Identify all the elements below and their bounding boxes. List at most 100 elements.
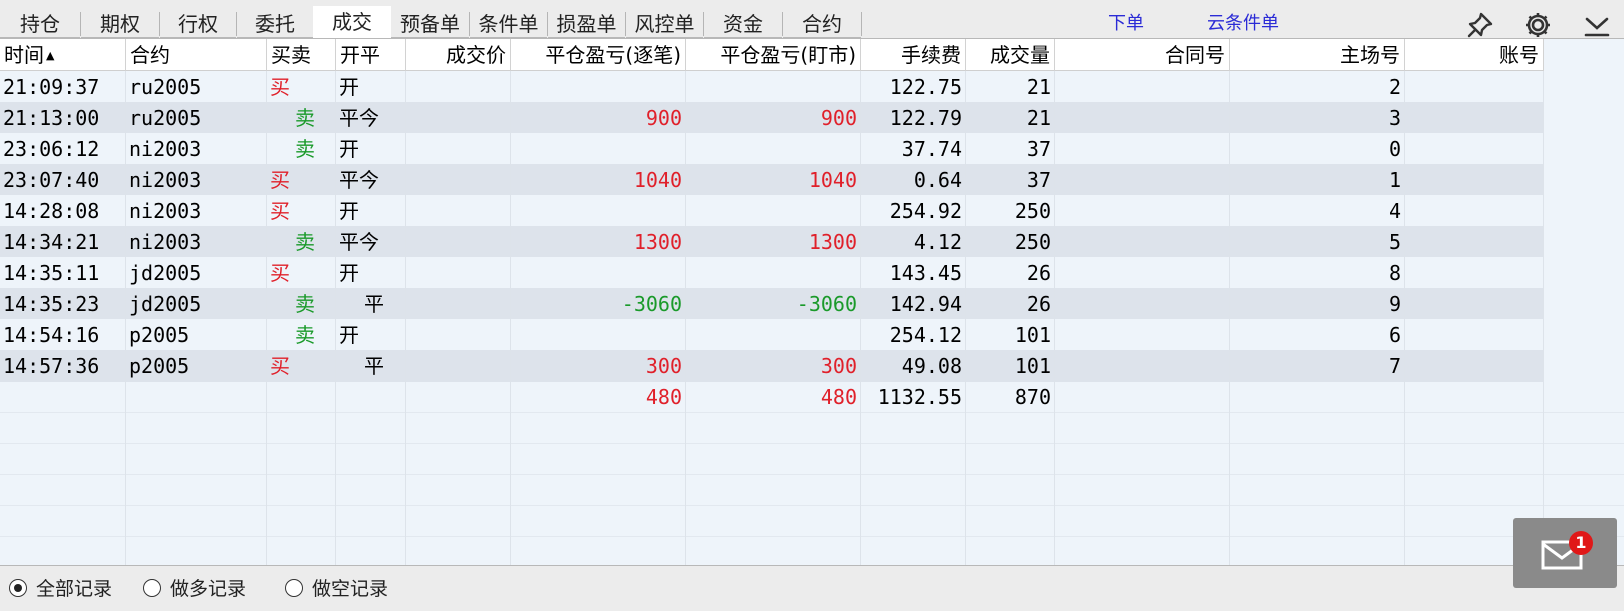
table-row[interactable]: 14:35:23 jd2005 卖 平 -3060 -3060 142.94 26 9 xyxy=(0,288,1624,320)
cell-order-no xyxy=(1055,164,1229,196)
column-header-fee[interactable]: 手续费 xyxy=(861,39,965,71)
cell-pnl-mark xyxy=(686,257,860,289)
table-row[interactable]: 23:06:12 ni2003 卖开 37.74 37 0 xyxy=(0,133,1624,165)
column-line xyxy=(125,71,126,565)
cloud-conditional-link[interactable]: 云条件单 xyxy=(1207,9,1279,35)
cell-side: 卖 xyxy=(295,106,315,130)
tab-orders[interactable]: 委托 xyxy=(237,8,313,38)
cell-order-no xyxy=(1055,350,1229,382)
gear-icon[interactable] xyxy=(1524,11,1552,39)
cell-order-no xyxy=(1055,71,1229,103)
column-header-price[interactable]: 成交价 xyxy=(406,39,510,71)
table-row[interactable]: 23:07:40 ni2003 买 平今 1040 1040 0.64 37 1 xyxy=(0,164,1624,196)
cell-contract: jd2005 xyxy=(129,292,202,316)
cell-pnl-trade: 300 xyxy=(645,354,682,378)
cell-openclose: 开 xyxy=(339,323,359,347)
table-row[interactable]: 14:35:11 jd2005 买 开 143.45 26 8 xyxy=(0,257,1624,289)
column-header-pnl-trade[interactable]: 平仓盈亏(逐笔) xyxy=(511,39,685,71)
cell-order-no xyxy=(1055,133,1229,165)
column-header-account[interactable]: 账号 xyxy=(1405,39,1543,71)
header-separator xyxy=(1543,39,1544,71)
cell-fee: 254.92 xyxy=(889,199,962,223)
cell-account xyxy=(1405,195,1543,227)
cell-openclose: 平 xyxy=(364,354,384,378)
mail-button[interactable] xyxy=(1513,518,1617,588)
radio-unchecked-icon xyxy=(285,579,303,597)
table-row[interactable]: 14:57:36 p2005 买 平 300 300 49.08 101 7 xyxy=(0,350,1624,382)
table-row[interactable]: 14:54:16 p2005 卖开 254.12 101 6 xyxy=(0,319,1624,351)
filter-all-label: 全部记录 xyxy=(36,578,113,600)
tab-exercise[interactable]: 行权 xyxy=(160,8,236,38)
cell-seq: 6 xyxy=(1388,323,1401,347)
cell-openclose: 平今 xyxy=(339,168,379,192)
filter-short-radio[interactable]: 做空记录 xyxy=(285,577,395,601)
cell-contract: p2005 xyxy=(129,323,190,347)
column-line xyxy=(685,71,686,565)
cell-seq: 1 xyxy=(1388,168,1401,192)
cell-seq: 3 xyxy=(1388,106,1401,130)
cell-qty: 26 xyxy=(1026,261,1051,285)
sort-ascending-icon: ▲ xyxy=(46,49,55,62)
cell-pnl-mark: 300 xyxy=(820,354,857,378)
column-header-qty[interactable]: 成交量 xyxy=(966,39,1054,71)
cell-price xyxy=(406,195,510,227)
cell-side: 买 xyxy=(270,168,290,192)
cell-account xyxy=(1405,226,1543,258)
cell-contract: ni2003 xyxy=(129,168,202,192)
cell-side: 卖 xyxy=(295,323,315,347)
cell-side: 买 xyxy=(270,199,290,223)
place-order-link[interactable]: 下单 xyxy=(1108,9,1144,35)
table-row[interactable]: 14:28:08 ni2003 买 开 254.92 250 4 xyxy=(0,195,1624,227)
filter-all-radio[interactable]: 全部记录 xyxy=(9,577,119,601)
cell-contract: jd2005 xyxy=(129,261,202,285)
cell-openclose: 开 xyxy=(339,261,359,285)
filter-long-label: 做多记录 xyxy=(170,578,247,600)
column-header-side[interactable]: 买卖 xyxy=(267,39,335,71)
column-header-seq[interactable]: 主场号 xyxy=(1230,39,1404,71)
tab-trades[interactable]: 成交 xyxy=(313,6,391,39)
cell-time: 14:28:08 xyxy=(3,199,100,223)
cell-contract: ni2003 xyxy=(129,137,202,161)
cell-account xyxy=(1405,133,1543,165)
cell-fee: 49.08 xyxy=(901,354,962,378)
cell-pnl-mark xyxy=(686,319,860,351)
tab-contracts[interactable]: 合约 xyxy=(783,8,861,38)
header-label: 时间 xyxy=(4,43,44,67)
radio-unchecked-icon xyxy=(143,579,161,597)
cell-time: 14:34:21 xyxy=(3,230,100,254)
tab-options[interactable]: 期权 xyxy=(81,8,159,38)
tab-risk[interactable]: 风控单 xyxy=(626,8,703,38)
chevron-down-icon[interactable] xyxy=(1583,11,1611,39)
tab-stoploss[interactable]: 损盈单 xyxy=(548,8,625,38)
cell-time: 21:13:00 xyxy=(3,106,100,130)
tab-funds[interactable]: 资金 xyxy=(704,8,782,38)
column-header-pnl-mark[interactable]: 平仓盈亏(盯市) xyxy=(686,39,860,71)
column-header-time[interactable]: 时间 ▲ xyxy=(0,39,125,71)
filter-long-radio[interactable]: 做多记录 xyxy=(143,577,253,601)
table-row[interactable]: 21:13:00 ru2005 卖平今 900 900 122.79 21 3 xyxy=(0,102,1624,134)
cell-qty: 101 xyxy=(1014,323,1051,347)
table-row[interactable]: 21:09:37 ru2005 买 开 122.75 21 2 xyxy=(0,71,1624,103)
cell-contract: ru2005 xyxy=(129,106,202,130)
trades-table: 时间 ▲ 合约 买卖 开平 成交价 平仓盈亏(逐笔) 平仓盈亏(盯市) 手续费 成… xyxy=(0,39,1624,566)
cell-pnl-trade: -3060 xyxy=(621,292,682,316)
cell-pnl-mark: -3060 xyxy=(796,292,857,316)
cell-fee: 122.79 xyxy=(889,106,962,130)
tab-preorders[interactable]: 预备单 xyxy=(391,8,469,38)
cell-side: 买 xyxy=(270,354,290,378)
table-row[interactable]: 14:34:21 ni2003 卖平今 1300 1300 4.12 250 5 xyxy=(0,226,1624,258)
pin-icon[interactable] xyxy=(1466,11,1494,39)
cell-order-no xyxy=(1055,102,1229,134)
cell-qty: 21 xyxy=(1026,106,1051,130)
table-header: 时间 ▲ 合约 买卖 开平 成交价 平仓盈亏(逐笔) 平仓盈亏(盯市) 手续费 成… xyxy=(0,39,1544,71)
cell-price xyxy=(406,133,510,165)
column-header-openclose[interactable]: 开平 xyxy=(336,39,405,71)
column-header-contract[interactable]: 合约 xyxy=(126,39,266,71)
tab-positions[interactable]: 持仓 xyxy=(0,8,80,38)
cell-contract: ni2003 xyxy=(129,199,202,223)
cell-pnl-mark: 1040 xyxy=(808,168,857,192)
cell-pnl-trade: 1300 xyxy=(633,230,682,254)
tab-conditional[interactable]: 条件单 xyxy=(470,8,547,38)
column-header-order-no[interactable]: 合同号 xyxy=(1055,39,1229,71)
cell-time: 23:07:40 xyxy=(3,168,100,192)
